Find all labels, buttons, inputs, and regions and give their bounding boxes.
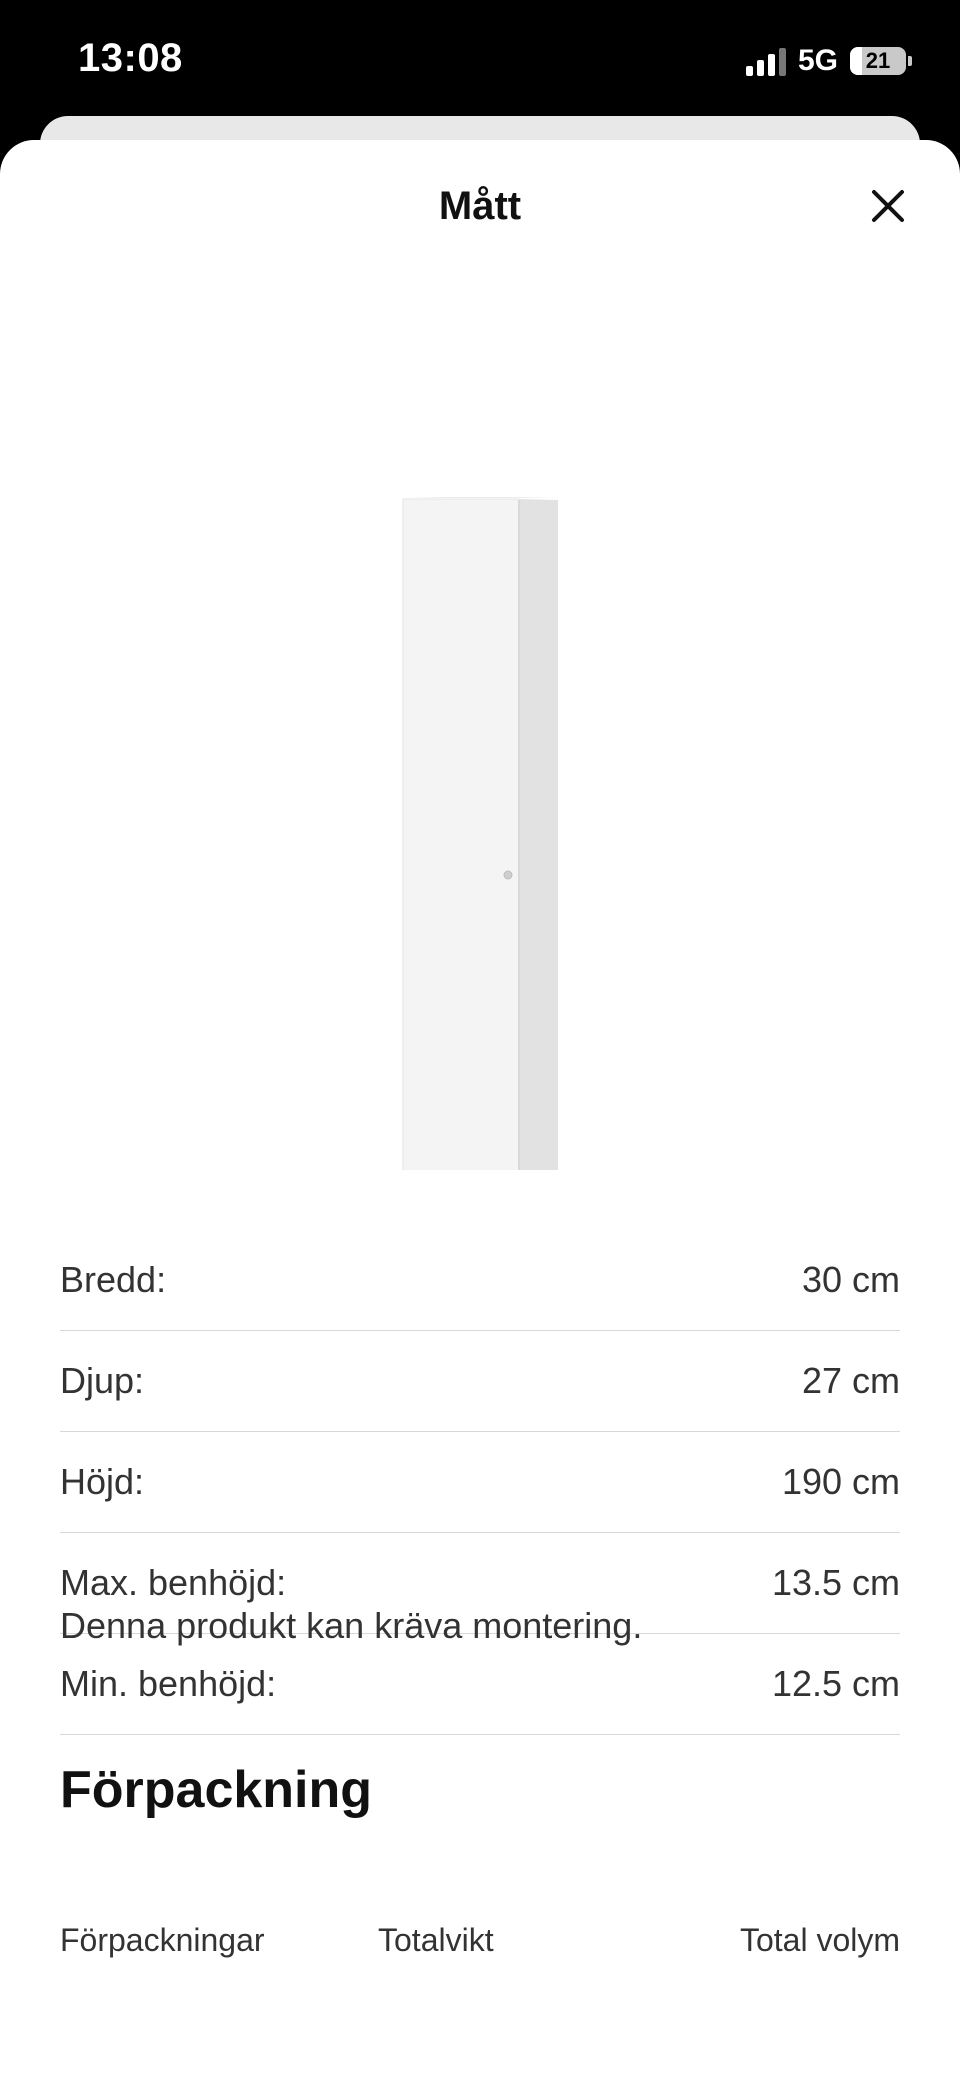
- assembly-note: Denna produkt kan kräva montering.: [60, 1605, 643, 1646]
- dimension-value: 30 cm: [801, 1259, 900, 1300]
- dimension-value: 13.5 cm: [771, 1562, 900, 1603]
- status-indicators: 5G 21: [745, 44, 912, 78]
- network-label: 5G: [797, 44, 838, 77]
- status-time: 13:08: [78, 36, 183, 80]
- dimension-row-min-leg-height: Min. benhöjd: 12.5 cm: [60, 1634, 900, 1735]
- dimension-label: Bredd:: [60, 1259, 167, 1300]
- packaging-heading: Förpackning: [60, 1761, 373, 1819]
- status-bar: 13:08 5G 21: [0, 0, 960, 120]
- sheet-title: Mått: [438, 184, 522, 228]
- dimension-value: 190 cm: [781, 1461, 900, 1502]
- dimension-label: Djup:: [60, 1360, 145, 1401]
- dimension-row-height: Höjd: 190 cm: [60, 1432, 900, 1533]
- dimensions-list: Bredd: 30 cm Djup: 27 cm Höjd: 190 cm Ma…: [60, 1230, 900, 1735]
- close-icon: [872, 190, 904, 222]
- dimension-label: Höjd:: [60, 1461, 145, 1502]
- signal-icon: [745, 46, 786, 76]
- dimension-row-depth: Djup: 27 cm: [60, 1331, 900, 1432]
- packaging-column-packages: Förpackningar: [60, 1922, 265, 1958]
- packaging-column-total-volume: Total volym: [739, 1922, 900, 1958]
- product-image: [402, 497, 558, 1170]
- close-button[interactable]: [866, 184, 910, 228]
- dimension-label: Min. benhöjd:: [60, 1663, 277, 1704]
- dimension-row-width: Bredd: 30 cm: [60, 1230, 900, 1331]
- dimension-value: 12.5 cm: [771, 1663, 900, 1704]
- dimension-label: Max. benhöjd:: [60, 1562, 287, 1603]
- dimension-value: 27 cm: [801, 1360, 900, 1401]
- battery-percent: 21: [865, 48, 891, 73]
- battery-icon: 21: [850, 47, 912, 75]
- packaging-table-header: Förpackningar Totalvikt Total volym: [60, 1922, 900, 1972]
- packaging-column-total-weight: Totalvikt: [378, 1922, 494, 1958]
